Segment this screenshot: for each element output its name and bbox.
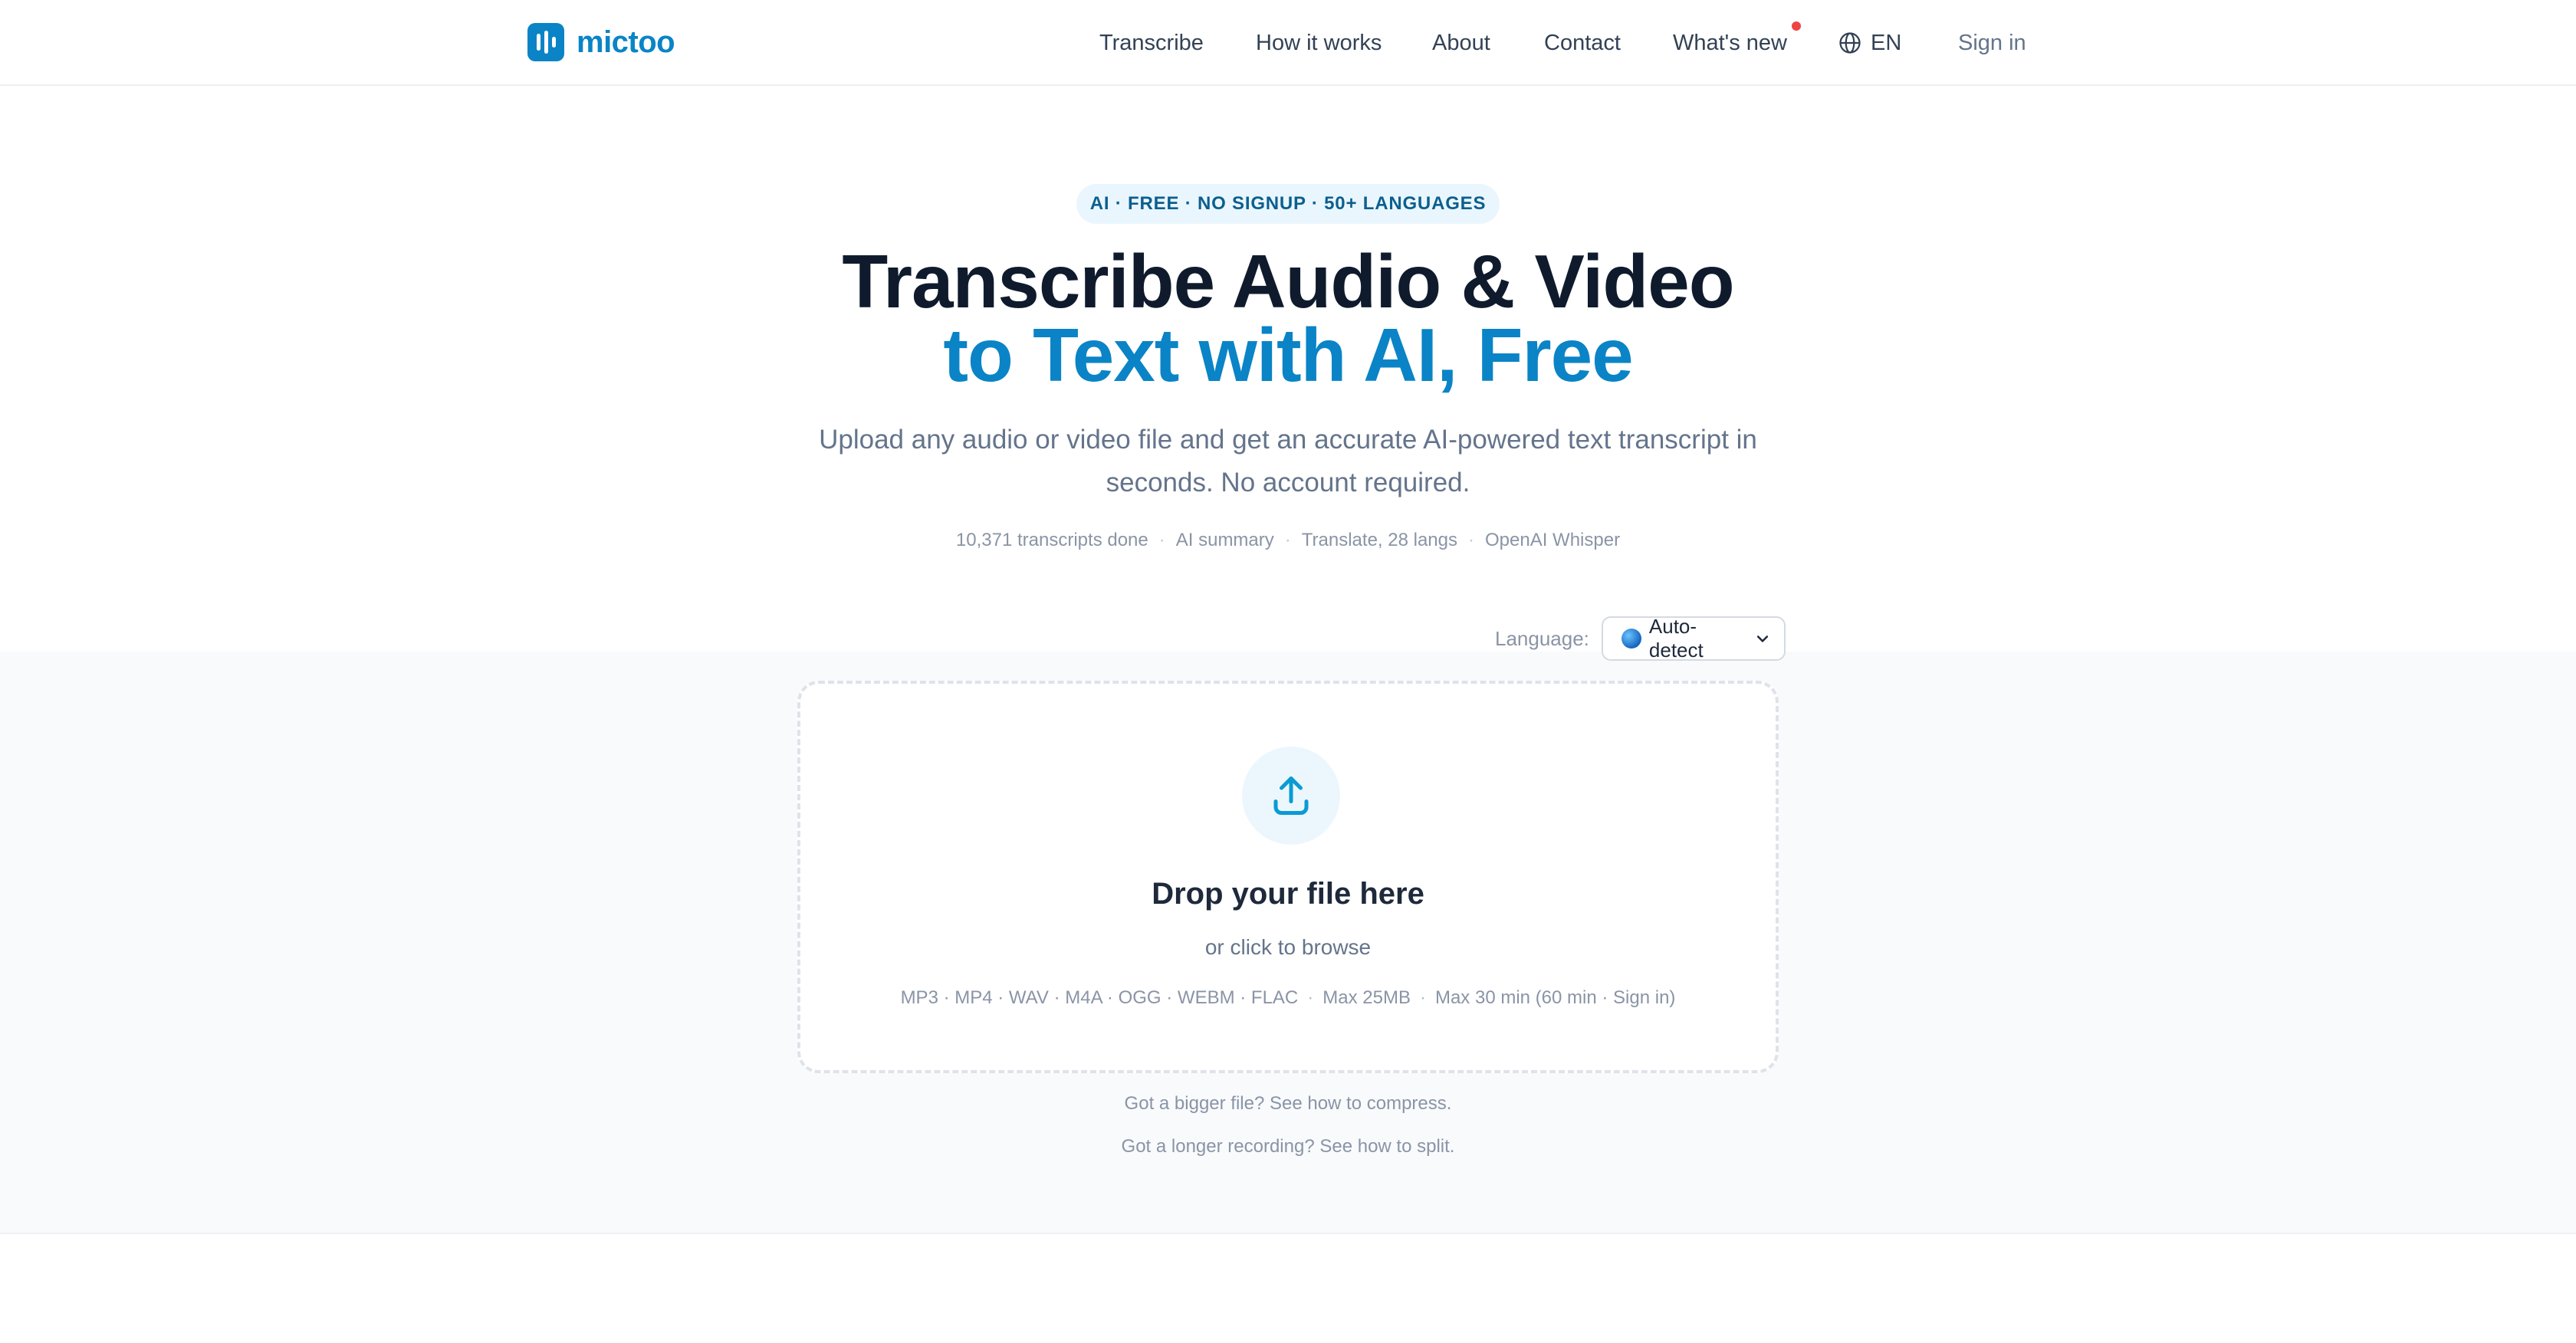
split-help-link[interactable]: Got a longer recording? See how to split… — [0, 1136, 2576, 1157]
nav-how-it-works[interactable]: How it works — [1256, 28, 1382, 58]
max-size: Max 25MB — [1322, 987, 1411, 1008]
chevron-down-icon — [1756, 635, 1768, 642]
sign-in-link[interactable]: Sign in — [1958, 28, 2026, 58]
hero-subtitle: Upload any audio or video file and get a… — [819, 425, 1757, 497]
notification-dot — [1792, 21, 1801, 31]
globe-emoji-icon — [1621, 629, 1641, 649]
nav-transcribe[interactable]: Transcribe — [1099, 28, 1204, 58]
stat-translate: Translate, 28 langs — [1301, 530, 1457, 550]
max-duration: Max 30 min (60 min · Sign in) — [1434, 987, 1676, 1008]
language-code: EN — [1871, 31, 1902, 55]
limits-separator: · — [1307, 987, 1314, 1008]
nav-contact[interactable]: Contact — [1544, 28, 1621, 58]
stat-transcripts: 10,371 transcripts done — [955, 530, 1148, 550]
language-select[interactable]: Auto-detect — [1601, 615, 1786, 662]
dropzone-subtitle: or click to browse — [1204, 935, 1372, 959]
language-label: Language: — [1495, 626, 1589, 650]
stat-separator: · — [1284, 530, 1291, 550]
dropzone-limits: MP3 · MP4 · WAV · M4A · OGG · WEBM · FLA… — [800, 987, 1776, 1009]
nav-whats-new[interactable]: What's new — [1673, 28, 1787, 58]
limits-separator: · — [1419, 987, 1426, 1008]
site-header: mictoo Transcribe How it works About Con… — [0, 0, 2576, 86]
compress-help-link[interactable]: Got a bigger file? See how to compress. — [0, 1093, 2576, 1115]
language-switcher[interactable]: EN — [1838, 28, 1901, 58]
stat-ai-summary: AI summary — [1175, 530, 1274, 550]
upload-icon-circle — [1242, 747, 1340, 845]
dropzone-title: Drop your file here — [1152, 877, 1424, 911]
globe-icon — [1839, 32, 1861, 54]
stat-separator: · — [1468, 530, 1474, 550]
file-dropzone[interactable]: Drop your file here or click to browse M… — [797, 681, 1779, 1073]
language-selector-row: Language: Auto-detect — [1495, 615, 1786, 662]
hero-title-line2: to Text with AI, Free — [943, 313, 1633, 397]
language-select-value: Auto-detect — [1648, 615, 1704, 662]
hero-title-line1: Transcribe Audio & Video — [842, 239, 1734, 323]
supported-formats: MP3 · MP4 · WAV · M4A · OGG · WEBM · FLA… — [900, 987, 1299, 1008]
stats-row: 10,371 transcripts done · AI summary · Trans… — [0, 529, 2576, 552]
feature-badge: AI · FREE · NO SIGNUP · 50+ LANGUAGES — [1076, 184, 1500, 224]
stat-separator: · — [1158, 530, 1165, 550]
nav-about[interactable]: About — [1432, 28, 1490, 58]
main-nav: Transcribe How it works About Contact Wh… — [0, 21, 2576, 58]
upload-icon — [1273, 777, 1309, 815]
stat-whisper: OpenAI Whisper — [1485, 530, 1621, 550]
